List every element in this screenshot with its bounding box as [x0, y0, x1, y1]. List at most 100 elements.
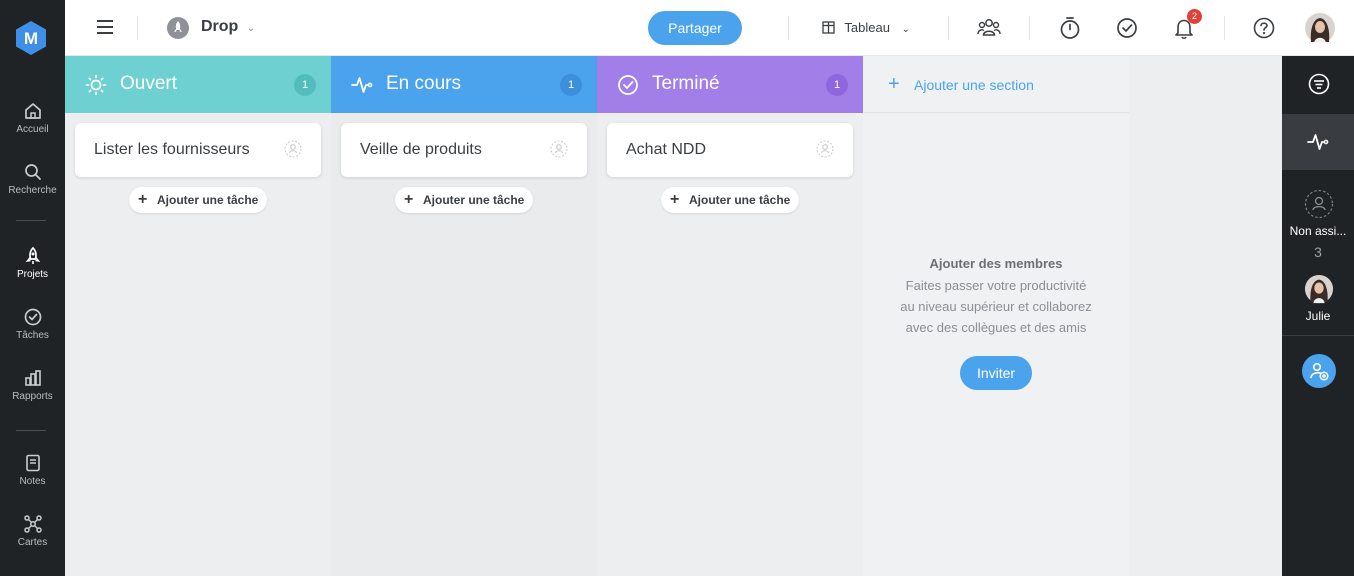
add-task-label: Ajouter une tâche	[157, 193, 259, 207]
share-button[interactable]: Partager	[648, 11, 742, 45]
divider	[1224, 16, 1225, 40]
sidebar-item-notes[interactable]: Notes	[0, 453, 65, 487]
board-column: En cours 1 Veille de produits + Ajouter …	[331, 56, 597, 576]
assign-user-icon[interactable]	[284, 140, 302, 158]
column-title: En cours	[386, 73, 461, 94]
activity-icon	[351, 77, 373, 93]
column-title: Terminé	[652, 73, 720, 94]
column-header[interactable]: Terminé 1	[597, 56, 863, 113]
bar-chart-icon	[24, 370, 41, 386]
add-task-button[interactable]: + Ajouter une tâche	[129, 187, 267, 213]
unassigned-label: Non assi...	[1289, 224, 1347, 238]
divider	[788, 16, 789, 40]
sidebar-item-label: Recherche	[8, 185, 57, 196]
add-members-text: Faites passer votre productivité au nive…	[900, 278, 1092, 335]
sidebar-item-rapports[interactable]: Rapports	[0, 368, 65, 402]
invite-button[interactable]: Inviter	[960, 356, 1032, 390]
unassigned-user-icon[interactable]	[1304, 189, 1334, 224]
add-task-label: Ajouter une tâche	[423, 193, 525, 207]
hamburger-menu-icon[interactable]	[95, 17, 115, 42]
add-user-icon	[1310, 362, 1329, 381]
task-card[interactable]: Lister les fournisseurs	[75, 123, 321, 177]
help-icon[interactable]	[1253, 17, 1275, 44]
divider	[16, 430, 46, 431]
sidebar-item-label: Projets	[16, 269, 49, 280]
assign-user-icon[interactable]	[550, 140, 568, 158]
sidebar-item-label: Accueil	[16, 124, 49, 135]
add-members-prompt: Ajouter des membres Faites passer votre …	[863, 256, 1129, 390]
sidebar-item-recherche[interactable]: Recherche	[0, 162, 65, 196]
column-count-badge: 1	[826, 74, 848, 96]
board-column: Ouvert 1 Lister les fournisseurs + Ajout…	[65, 56, 331, 576]
add-member-button[interactable]	[1302, 354, 1336, 388]
note-icon	[25, 454, 40, 472]
plus-icon: +	[404, 191, 414, 208]
notification-badge: 2	[1187, 9, 1202, 24]
column-count-badge: 1	[294, 74, 316, 96]
home-icon	[24, 103, 41, 119]
left-sidebar: M Accueil Recherche Projets Tâches Rappo…	[0, 0, 65, 576]
sidebar-item-accueil[interactable]: Accueil	[0, 101, 65, 135]
task-card[interactable]: Achat NDD	[607, 123, 853, 177]
member-avatar[interactable]	[1304, 274, 1334, 309]
project-avatar-icon	[166, 16, 190, 45]
assign-user-icon[interactable]	[816, 140, 834, 158]
task-title: Achat NDD	[626, 141, 707, 158]
search-icon	[24, 164, 41, 180]
project-name: Drop	[201, 18, 239, 35]
activity-tab[interactable]	[1282, 114, 1354, 170]
plus-icon: +	[670, 191, 680, 208]
add-section-button[interactable]: + Ajouter une section	[863, 56, 1129, 113]
sidebar-item-cartes[interactable]: Cartes	[0, 514, 65, 548]
divider	[137, 16, 138, 40]
task-title: Lister les fournisseurs	[94, 141, 250, 158]
chevron-down-icon: ⌄	[901, 24, 910, 35]
view-selector[interactable]: Tableau ⌄	[822, 20, 910, 37]
sidebar-item-label: Tâches	[16, 330, 49, 341]
member-name: Julie	[1305, 309, 1331, 323]
right-panel: Non assi... 3 Julie	[1282, 56, 1354, 576]
rocket-icon	[25, 246, 40, 264]
add-task-button[interactable]: + Ajouter une tâche	[395, 187, 533, 213]
check-circle-icon	[24, 308, 41, 326]
add-section-column: + Ajouter une section Ajouter des membre…	[863, 56, 1129, 576]
board-column: Terminé 1 Achat NDD + Ajouter une tâche	[597, 56, 863, 576]
activity-icon	[1307, 134, 1329, 150]
sidebar-item-label: Cartes	[17, 537, 48, 548]
add-task-button[interactable]: + Ajouter une tâche	[661, 187, 799, 213]
chevron-down-icon: ⌄	[246, 23, 256, 34]
sidebar-item-label: Notes	[19, 476, 46, 487]
team-icon[interactable]	[976, 16, 1002, 45]
board-view-icon	[822, 21, 835, 37]
sidebar-item-projets[interactable]: Projets	[0, 246, 65, 280]
filter-icon[interactable]	[1308, 73, 1330, 100]
divider	[16, 220, 46, 221]
app-logo[interactable]: M	[14, 20, 48, 56]
check-circle-icon	[618, 75, 638, 95]
divider	[948, 16, 949, 40]
column-header[interactable]: Ouvert 1	[65, 56, 331, 113]
project-name-dropdown[interactable]: Drop ⌄	[201, 18, 255, 36]
unassigned-count: 3	[1314, 244, 1322, 260]
plus-icon: +	[138, 191, 148, 208]
task-card[interactable]: Veille de produits	[341, 123, 587, 177]
add-task-label: Ajouter une tâche	[689, 193, 791, 207]
user-avatar[interactable]	[1304, 12, 1336, 49]
check-circle-icon[interactable]	[1116, 17, 1138, 44]
column-header[interactable]: En cours 1	[331, 56, 597, 113]
svg-text:M: M	[24, 29, 38, 48]
board-empty-area	[1129, 56, 1282, 576]
add-members-title: Ajouter des membres	[929, 256, 1063, 271]
divider	[1029, 16, 1030, 40]
column-title: Ouvert	[120, 73, 178, 94]
sidebar-item-taches[interactable]: Tâches	[0, 307, 65, 341]
divider	[1282, 335, 1354, 336]
mindmap-icon	[23, 515, 42, 533]
lightbulb-icon	[85, 74, 107, 96]
task-title: Veille de produits	[360, 141, 482, 158]
sidebar-item-label: Rapports	[12, 391, 53, 402]
plus-icon: +	[888, 73, 900, 95]
view-label: Tableau	[844, 20, 890, 35]
add-section-label: Ajouter une section	[914, 77, 1034, 93]
timer-icon[interactable]	[1059, 16, 1081, 45]
